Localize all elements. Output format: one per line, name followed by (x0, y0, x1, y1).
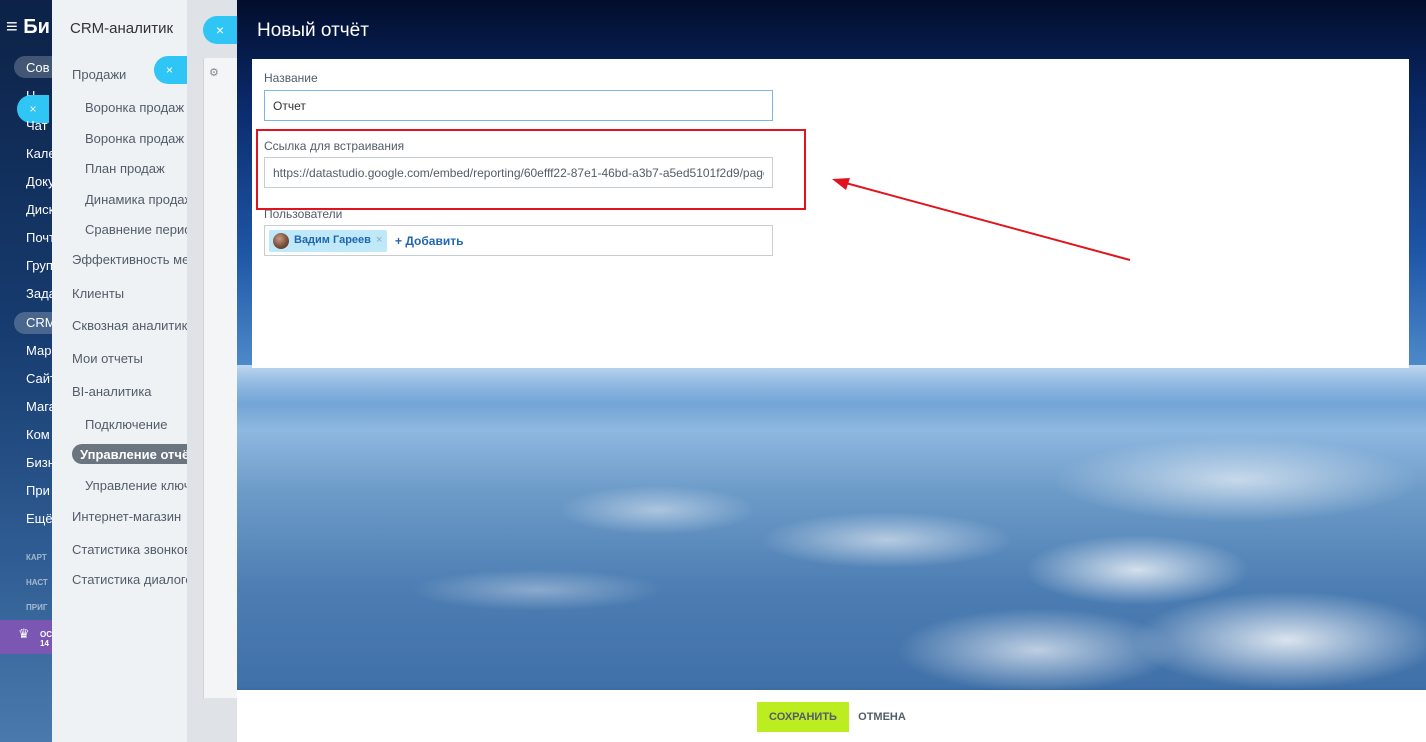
app-menu-item[interactable]: Ком (26, 427, 50, 442)
panel-title: CRM-аналитик (70, 20, 174, 37)
new-report-slider: Новый отчёт Название Ссылка для встраива… (237, 0, 1426, 742)
user-chip-name: Вадим Гареев (294, 234, 371, 246)
crm-menu-item[interactable]: Воронка продаж (85, 131, 184, 146)
save-button[interactable]: СОХРАНИТЬ (757, 702, 849, 732)
name-input[interactable] (264, 90, 773, 121)
user-chip[interactable]: Вадим Гареев × (269, 230, 387, 252)
url-label: Ссылка для встраивания (264, 139, 405, 153)
crm-menu-item[interactable]: Управление ключ (85, 478, 191, 493)
background-clouds (237, 390, 1426, 690)
embed-url-input[interactable] (264, 157, 773, 188)
crm-menu-item[interactable]: Воронка продаж ( (85, 100, 192, 115)
gear-icon[interactable]: ⚙ (209, 66, 219, 79)
slider-title: Новый отчёт (257, 20, 369, 41)
crm-menu-item[interactable]: Статистика диалогов (72, 572, 192, 587)
crm-menu-item[interactable]: Мои отчеты (72, 351, 143, 366)
sidebar-section-label[interactable]: ПРИГ (26, 603, 47, 612)
app-menu-item[interactable]: Чат (26, 118, 48, 133)
add-user-link[interactable]: + Добавить (395, 234, 463, 248)
crm-menu-item[interactable]: Клиенты (72, 286, 124, 301)
app-menu-item[interactable]: Сайт (26, 371, 52, 386)
users-selector[interactable]: Вадим Гареев × + Добавить (264, 225, 773, 256)
crm-menu-item-active[interactable]: Управление отчё (80, 447, 189, 462)
stacked-slider-content (203, 58, 237, 698)
app-logo[interactable]: ≡ Би (6, 16, 50, 39)
crm-menu-item[interactable]: Статистика звонков (72, 542, 191, 557)
crm-menu-item[interactable]: Интернет-магазин (72, 509, 181, 524)
app-sidebar: ≡ Би Сов Н × Чат Кале Доку Диск Почт Гру… (0, 0, 52, 742)
crm-analytics-panel: CRM-аналитик × Продажи Воронка продаж ( … (52, 0, 192, 742)
crm-menu-item[interactable]: План продаж (85, 161, 165, 176)
app-menu-item[interactable]: Зада (26, 286, 52, 301)
sidebar-section-label[interactable]: НАСТ (26, 578, 48, 587)
close-slider-button[interactable]: × (203, 16, 237, 44)
users-label: Пользователи (264, 207, 343, 221)
crm-menu-item[interactable]: Динамика продаж (85, 192, 192, 207)
app-menu-item[interactable]: Бизн (26, 455, 52, 470)
name-label: Название (264, 71, 318, 85)
app-menu-item[interactable]: Кале (26, 146, 52, 161)
crm-menu-item[interactable]: Эффективность мен (72, 252, 192, 267)
close-icon: × (215, 22, 225, 38)
crm-menu-item[interactable]: Сравнение перио (85, 222, 191, 237)
crm-menu-item[interactable]: Подключение (85, 417, 167, 432)
promo-text: ОС 14 (40, 630, 52, 648)
app-menu-item[interactable]: Почт (26, 230, 52, 245)
app-menu-item[interactable]: Доку (26, 174, 52, 189)
crm-menu-item[interactable]: Продажи (72, 67, 126, 82)
cancel-button[interactable]: ОТМЕНА (857, 702, 907, 732)
app-menu-item[interactable]: Мага (26, 399, 52, 414)
remove-user-icon[interactable]: × (376, 234, 382, 246)
stacked-slider: ⚙ (187, 0, 237, 742)
slider-footer: СОХРАНИТЬ ОТМЕНА (237, 690, 1426, 742)
report-form: Название Ссылка для встраивания Пользова… (252, 59, 1409, 368)
app-menu-item[interactable]: Ещё (26, 511, 52, 526)
crm-menu-item[interactable]: BI-аналитика (72, 384, 152, 399)
app-menu-item-crm[interactable]: CRM (26, 315, 52, 330)
app-menu-item[interactable]: Диск (26, 202, 52, 217)
avatar (273, 233, 289, 249)
app-menu-item[interactable]: При (26, 483, 50, 498)
crown-icon: ♛ (18, 626, 30, 641)
app-menu-item[interactable]: Сов (26, 60, 50, 75)
app-menu-item[interactable]: Мар (26, 343, 51, 358)
crm-menu-item[interactable]: Сквозная аналитика (72, 318, 192, 333)
app-menu-item[interactable]: Груп (26, 258, 52, 273)
sidebar-section-label[interactable]: КАРТ (26, 553, 47, 562)
